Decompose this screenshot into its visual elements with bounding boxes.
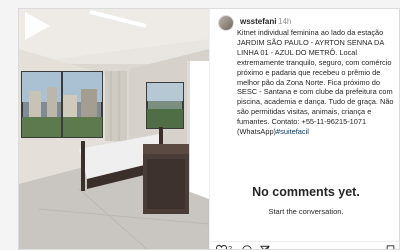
username[interactable]: wsstefani: [240, 17, 276, 26]
action-bar: 2: [210, 241, 399, 250]
timestamp: 14h: [278, 17, 292, 26]
avatar[interactable]: [218, 15, 234, 31]
like-count: 2: [228, 244, 233, 250]
post-media[interactable]: [19, 9, 209, 249]
post-detail-panel: wsstefani 14h Kitnet individual feminina…: [209, 9, 399, 250]
hashtag-link[interactable]: #suitefacil: [276, 127, 309, 136]
post-caption: Kitnet individual feminina ao lado da es…: [237, 28, 397, 137]
bookmark-icon[interactable]: [386, 245, 395, 250]
post-modal: wsstefani 14h Kitnet individual feminina…: [18, 8, 400, 250]
empty-comments: No comments yet. Start the conversation.: [210, 185, 399, 216]
empty-comments-subtitle: Start the conversation.: [268, 207, 344, 216]
room-photo: [19, 9, 209, 249]
share-icon[interactable]: [260, 245, 270, 250]
play-icon[interactable]: [19, 9, 53, 43]
heart-icon[interactable]: [216, 245, 227, 250]
empty-comments-title: No comments yet.: [252, 185, 360, 199]
caption-text: Kitnet individual feminina ao lado da es…: [237, 28, 394, 137]
comment-icon[interactable]: [242, 245, 252, 250]
